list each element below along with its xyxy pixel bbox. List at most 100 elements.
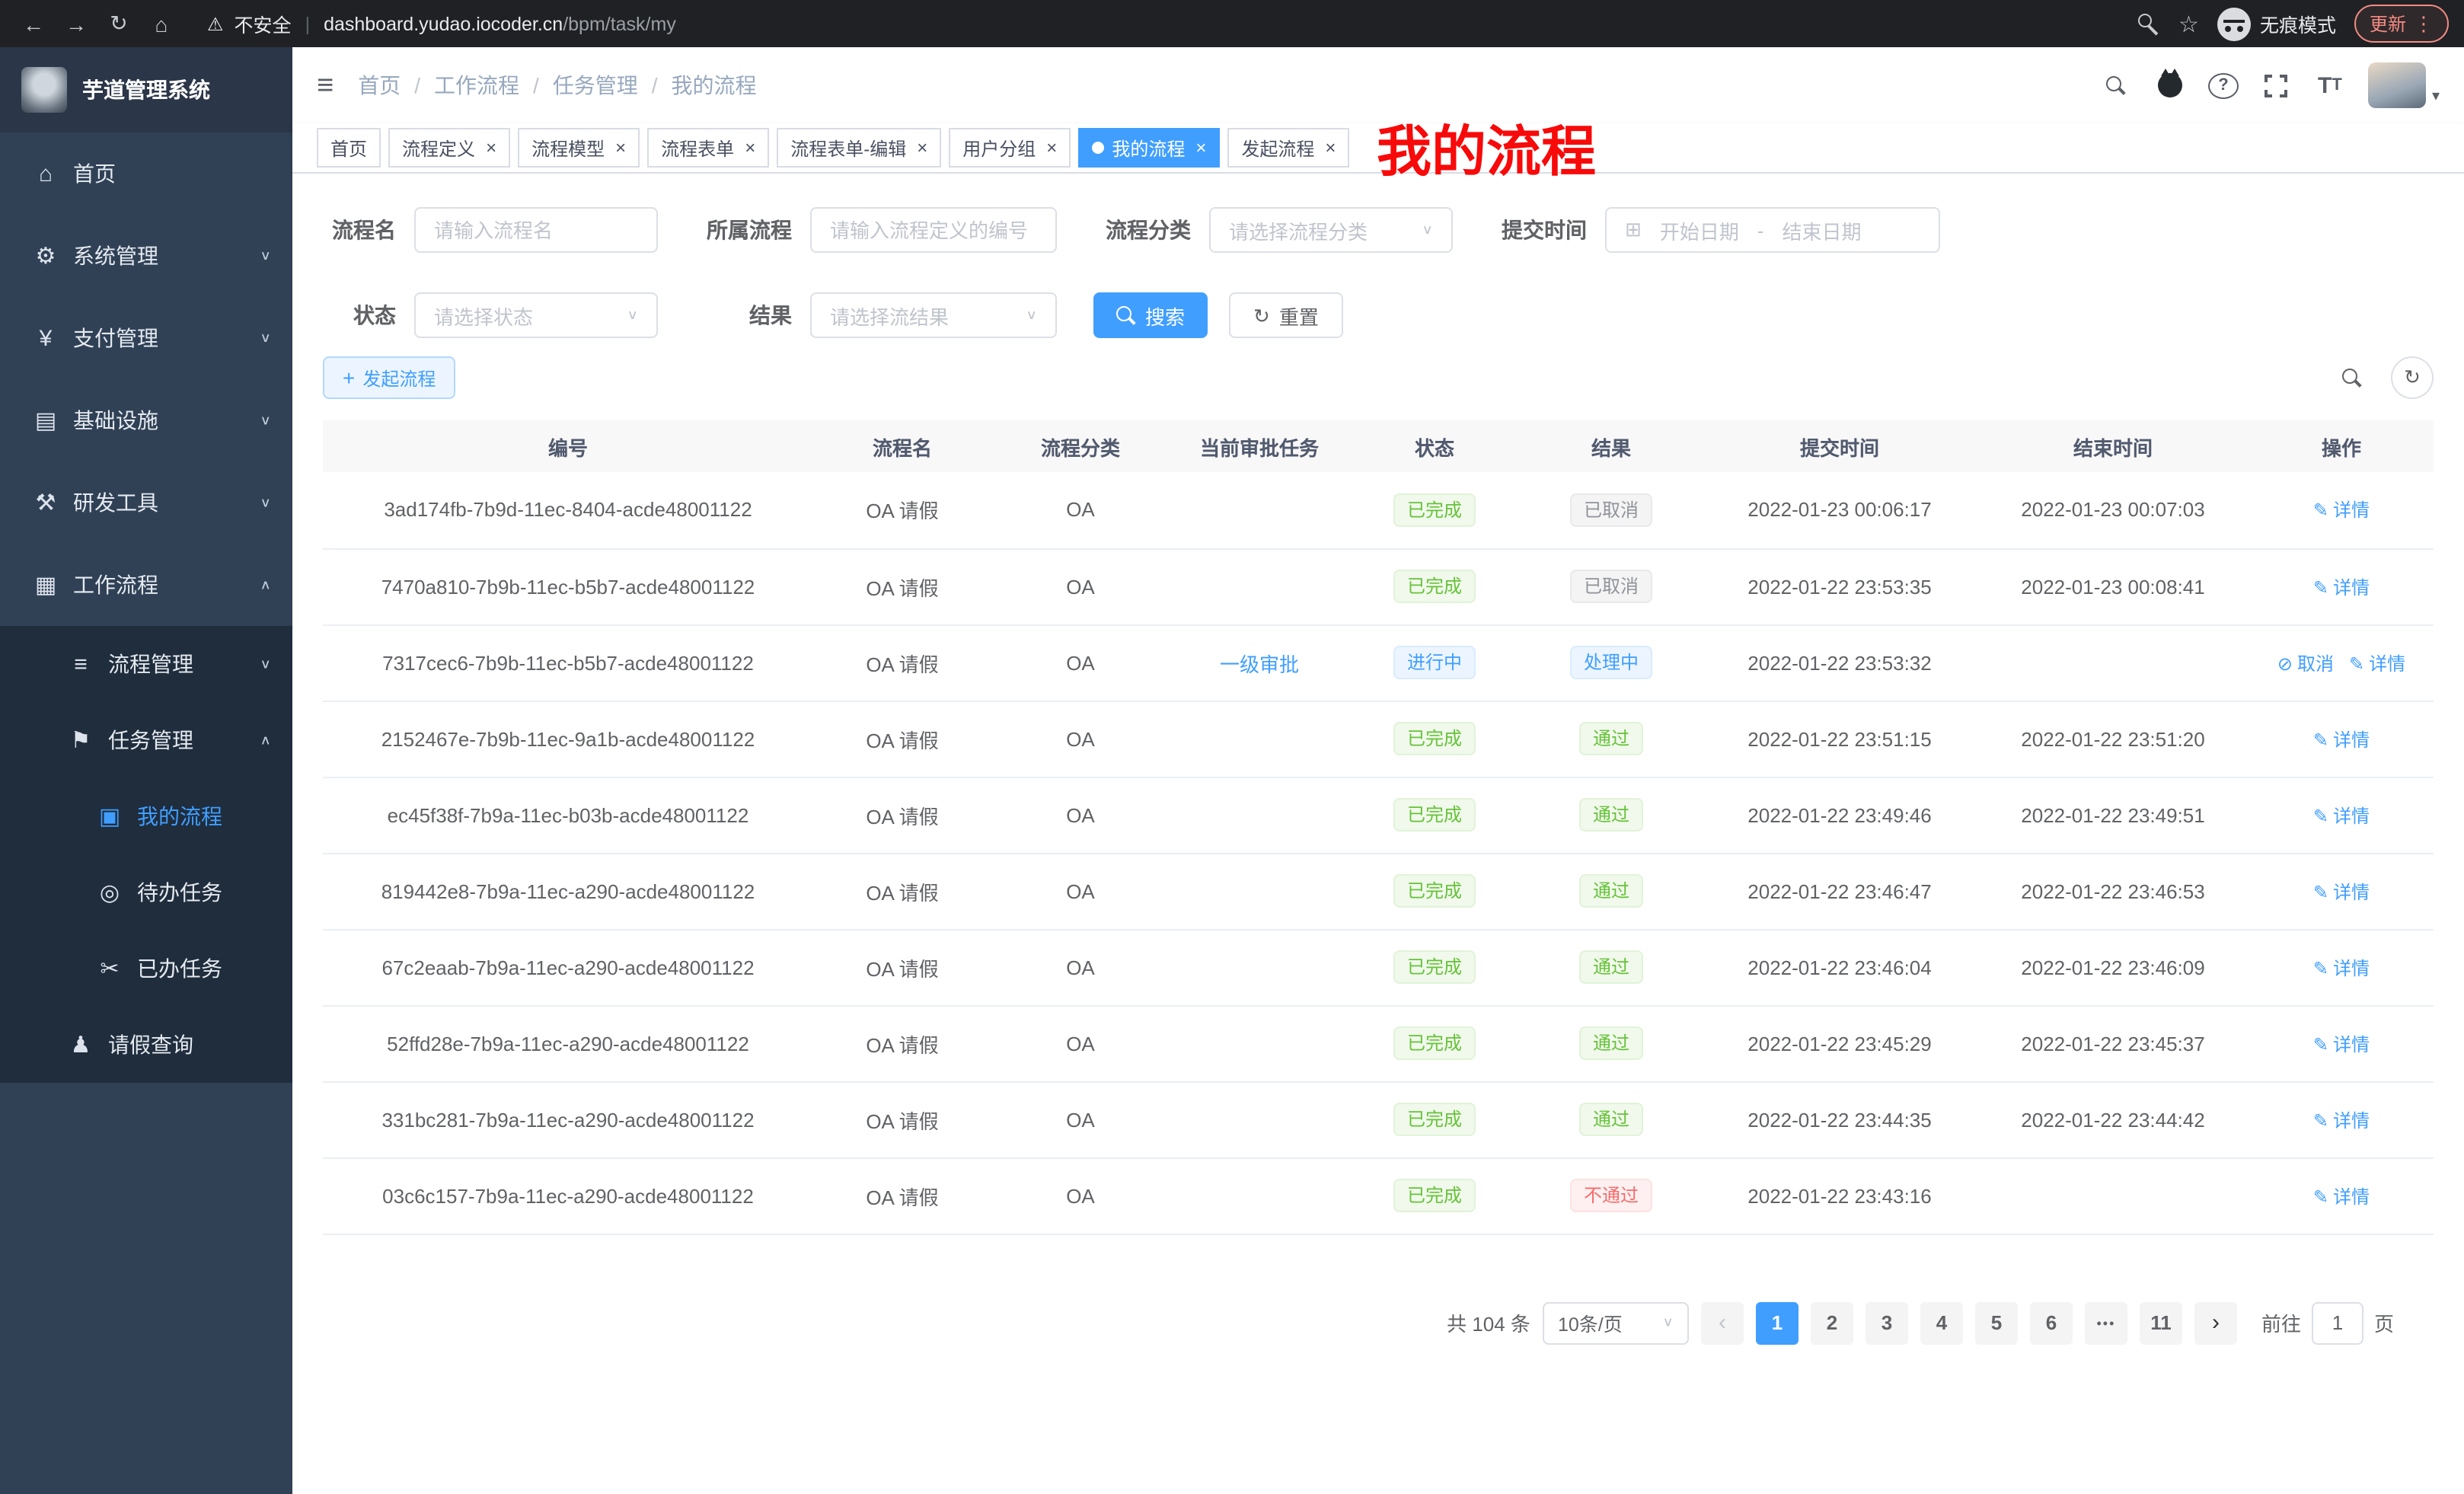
user-avatar[interactable]: ▾ xyxy=(2368,62,2440,108)
detail-link[interactable]: ✎详情 xyxy=(2313,1186,2370,1207)
sidebar-item-payment[interactable]: ¥支付管理∨ xyxy=(0,297,292,379)
browser-reload-icon[interactable]: ↻ xyxy=(101,5,137,42)
sidebar-item-done-task[interactable]: ✂已办任务 xyxy=(0,931,292,1007)
sidebar-item-workflow[interactable]: ▦工作流程∧ xyxy=(0,544,292,626)
browser-update-button[interactable]: 更新 ⋮ xyxy=(2354,5,2449,43)
process-name-input[interactable] xyxy=(414,207,658,253)
current-task-link[interactable]: 一级审批 xyxy=(1220,653,1299,675)
password-key-icon[interactable] xyxy=(2136,11,2160,36)
refresh-table-button[interactable]: ↻ xyxy=(2391,356,2434,399)
tab-close-icon[interactable]: × xyxy=(1325,139,1336,157)
cancel-link[interactable]: ⊘取消 xyxy=(2277,653,2334,674)
tab-process-form-edit[interactable]: 流程表单-编辑× xyxy=(777,128,941,168)
page-button-6[interactable]: 6 xyxy=(2030,1301,2073,1344)
tab-process-definition[interactable]: 流程定义× xyxy=(388,128,510,168)
security-label: 不安全 xyxy=(235,9,292,38)
detail-link[interactable]: ✎详情 xyxy=(2313,500,2370,522)
fullscreen-icon[interactable] xyxy=(2261,69,2292,102)
pagination-more-button[interactable]: ••• xyxy=(2085,1301,2127,1344)
result-tag: 通过 xyxy=(1579,874,1643,908)
submit-time-range-picker[interactable]: ⊞ 开始日期 - 结束日期 xyxy=(1605,207,1940,253)
browser-forward-icon[interactable]: → xyxy=(58,5,94,42)
tab-process-model[interactable]: 流程模型× xyxy=(518,128,640,168)
create-process-button[interactable]: + 发起流程 xyxy=(323,356,455,399)
bookmark-star-icon[interactable]: ☆ xyxy=(2178,10,2199,37)
sidebar-item-infrastructure[interactable]: ▤基础设施∨ xyxy=(0,379,292,461)
sidebar-item-system[interactable]: ⚙系统管理∨ xyxy=(0,215,292,297)
help-icon[interactable]: ? xyxy=(2208,72,2239,98)
browser-back-icon[interactable]: ← xyxy=(15,5,52,42)
sidebar-item-leave-query[interactable]: ♟请假查询 xyxy=(0,1007,292,1083)
breadcrumb-item[interactable]: 工作流程 xyxy=(434,70,519,101)
page-button-1[interactable]: 1 xyxy=(1756,1301,1799,1344)
breadcrumb-item[interactable]: 任务管理 xyxy=(553,70,638,101)
page-button-11[interactable]: 11 xyxy=(2140,1301,2182,1344)
sidebar-item-todo-task[interactable]: ◎待办任务 xyxy=(0,854,292,931)
result-tag: 通过 xyxy=(1579,950,1643,984)
tab-start-process[interactable]: 发起流程× xyxy=(1227,128,1349,168)
tab-close-icon[interactable]: × xyxy=(745,139,755,157)
cell-process-name: OA 请假 xyxy=(813,472,991,548)
app-logo[interactable]: 芋道管理系统 xyxy=(0,47,292,132)
status-select[interactable]: 请选择状态 ∨ xyxy=(414,292,658,338)
filter-label-result: 结果 xyxy=(694,300,792,330)
tab-close-icon[interactable]: × xyxy=(1046,139,1057,157)
search-button[interactable]: 搜索 xyxy=(1093,292,1208,338)
browser-home-icon[interactable]: ⌂ xyxy=(143,5,180,42)
detail-link[interactable]: ✎详情 xyxy=(2313,576,2370,598)
tab-close-icon[interactable]: × xyxy=(615,139,626,157)
detail-icon: ✎ xyxy=(2313,1186,2328,1207)
reset-button[interactable]: ↻ 重置 xyxy=(1229,292,1343,338)
detail-link[interactable]: ✎详情 xyxy=(2313,729,2370,750)
tab-close-icon[interactable]: × xyxy=(1195,139,1206,157)
filter-row-1: 流程名 所属流程 流程分类 请选择流程分类 ∨ 提交时间 ⊞ 开始日期 - 结束… xyxy=(323,207,2434,253)
show-search-button[interactable] xyxy=(2330,356,2373,399)
column-header: 流程名 xyxy=(813,420,991,472)
header-search-icon[interactable] xyxy=(2102,69,2132,102)
detail-link[interactable]: ✎详情 xyxy=(2313,1109,2370,1131)
tab-my-process[interactable]: 我的流程× xyxy=(1078,128,1220,168)
breadcrumb-item[interactable]: 首页 xyxy=(358,70,401,101)
table-row: 819442e8-7b9a-11ec-a290-acde48001122OA 请… xyxy=(323,853,2434,929)
result-select[interactable]: 请选择流结果 ∨ xyxy=(810,292,1057,338)
tab-process-form[interactable]: 流程表单× xyxy=(647,128,769,168)
goto-page-input[interactable] xyxy=(2312,1301,2363,1344)
page-size-select[interactable]: 10条/页 ∨ xyxy=(1543,1301,1689,1344)
filter-label-category: 流程分类 xyxy=(1093,215,1191,245)
detail-link[interactable]: ✎详情 xyxy=(2313,805,2370,826)
sidebar-item-home[interactable]: ⌂首页 xyxy=(0,132,292,215)
sidebar-toggle-icon[interactable]: ≡ xyxy=(317,71,334,100)
menu-kebab-icon[interactable]: ⋮ xyxy=(2414,11,2434,36)
process-id-input[interactable] xyxy=(810,207,1057,253)
sidebar-item-my-process[interactable]: ▣我的流程 xyxy=(0,778,292,854)
tab-home[interactable]: 首页 xyxy=(317,128,381,168)
detail-link[interactable]: ✎详情 xyxy=(2349,653,2405,674)
sidebar-item-process-manage[interactable]: ≡流程管理∨ xyxy=(0,626,292,702)
detail-link[interactable]: ✎详情 xyxy=(2313,1033,2370,1055)
detail-link[interactable]: ✎详情 xyxy=(2313,957,2370,978)
reset-button-label: 重置 xyxy=(1279,301,1319,330)
tab-user-group[interactable]: 用户分组× xyxy=(949,128,1071,168)
address-bar[interactable]: ⚠ 不安全 | dashboard.yudao.iocoder.cn/bpm/t… xyxy=(207,9,2130,38)
tab-close-icon[interactable]: × xyxy=(486,139,496,157)
detail-link[interactable]: ✎详情 xyxy=(2313,881,2370,902)
prev-page-button[interactable]: ‹ xyxy=(1701,1301,1744,1344)
category-select[interactable]: 请选择流程分类 ∨ xyxy=(1209,207,1453,253)
page-button-2[interactable]: 2 xyxy=(1811,1301,1853,1344)
sidebar-item-task-manage[interactable]: ⚑任务管理∧ xyxy=(0,702,292,778)
cell-id: 67c2eaab-7b9a-11ec-a290-acde48001122 xyxy=(323,929,813,1005)
tab-close-icon[interactable]: × xyxy=(917,139,927,157)
table-toolbar: + 发起流程 ↻ xyxy=(323,356,2434,399)
page-button-3[interactable]: 3 xyxy=(1866,1301,1908,1344)
cell-actions: ✎详情 xyxy=(2249,548,2434,624)
next-page-button[interactable]: › xyxy=(2194,1301,2237,1344)
cell-submit-time: 2022-01-22 23:46:04 xyxy=(1703,929,1977,1005)
font-size-icon[interactable]: TT xyxy=(2315,69,2345,102)
cell-process-name: OA 请假 xyxy=(813,548,991,624)
sidebar-item-label: 已办任务 xyxy=(137,953,271,984)
github-icon[interactable] xyxy=(2155,69,2185,102)
sidebar-item-devtools[interactable]: ⚒研发工具∨ xyxy=(0,461,292,544)
page-button-5[interactable]: 5 xyxy=(1975,1301,2018,1344)
chevron-down-icon: ∨ xyxy=(1422,223,1433,238)
page-button-4[interactable]: 4 xyxy=(1920,1301,1963,1344)
